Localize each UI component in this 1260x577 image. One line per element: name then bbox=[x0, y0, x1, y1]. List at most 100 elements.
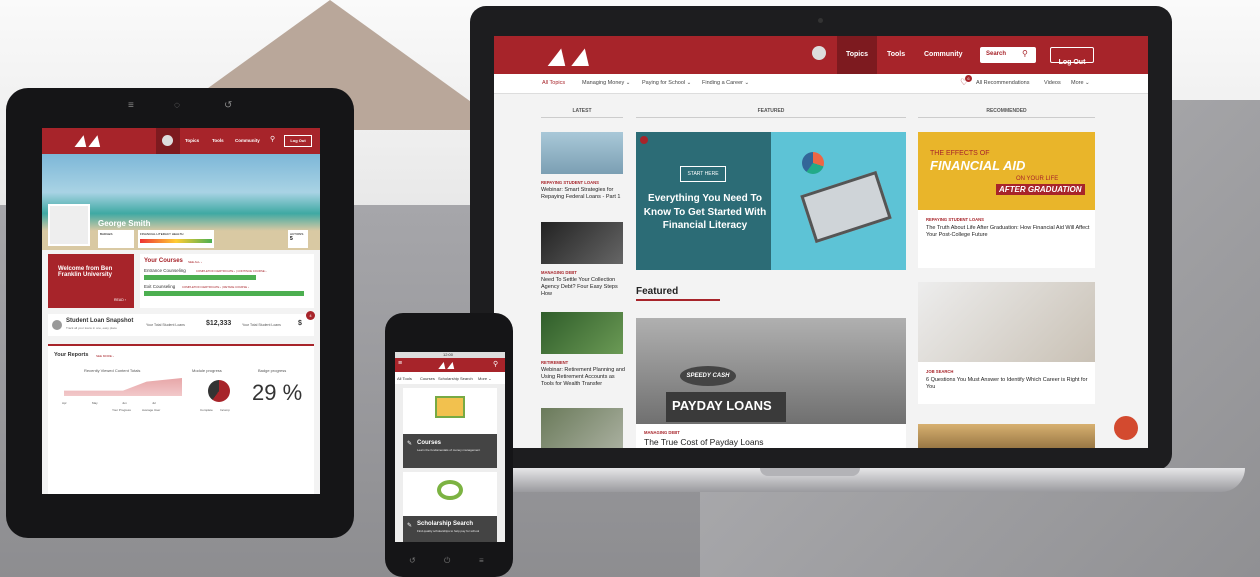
subnav-all-topics[interactable]: All Topics bbox=[542, 80, 565, 86]
subnav-more[interactable]: More ⌄ bbox=[1071, 80, 1090, 86]
course-exit-links[interactable]: COMPLETION CERTIFICATE › | RETAKE COURSE… bbox=[182, 285, 249, 289]
chat-icon[interactable] bbox=[1114, 416, 1138, 440]
rec-cat-2: JOB SEARCH bbox=[926, 369, 954, 374]
tablet-logo[interactable]: ▲▲ bbox=[69, 130, 102, 153]
phone-menu-icon[interactable]: ≡ bbox=[398, 360, 402, 367]
featured-heading: Featured bbox=[636, 286, 720, 301]
profile-name: George Smith bbox=[98, 219, 151, 228]
phone-nav-more[interactable]: More ⌄ bbox=[478, 376, 492, 381]
laptop-notch bbox=[760, 468, 860, 476]
courses-title: Your Courses bbox=[144, 258, 183, 264]
phone-nav-scholarship[interactable]: Scholarship Search bbox=[438, 376, 473, 381]
reports-see-more[interactable]: SEE MORE › bbox=[96, 354, 114, 358]
hero-card[interactable]: START HERE Everything You Need To Know T… bbox=[636, 132, 906, 270]
welcome-read-link[interactable]: READ › bbox=[114, 298, 126, 302]
fin-health-box[interactable]: FINANCIAL LITERACY HEALTH bbox=[138, 230, 214, 248]
month-2: May bbox=[92, 401, 98, 405]
avatar[interactable] bbox=[812, 46, 826, 60]
hero-title: Everything You Need To Know To Get Start… bbox=[643, 193, 767, 231]
laptop-screen: ▲▲ Topics Tools Community Search ⚲ Log O… bbox=[494, 36, 1148, 448]
course-entrance[interactable]: Entrance Counseling bbox=[144, 268, 186, 273]
tab-topics[interactable]: Topics bbox=[846, 51, 868, 58]
start-here-button[interactable]: START HERE bbox=[680, 166, 726, 182]
course-exit[interactable]: Exit Counseling bbox=[144, 284, 175, 289]
snapshot-label-2: Your Total Student Loans bbox=[242, 323, 281, 327]
rec-image-2[interactable] bbox=[918, 282, 1095, 362]
tablet-logout-button[interactable]: Log Out bbox=[284, 135, 312, 147]
badges-box[interactable]: BADGES bbox=[98, 230, 134, 248]
latest-title-3[interactable]: Webinar: Retirement Planning and Using R… bbox=[541, 367, 625, 388]
actions-box[interactable]: ACTIONS 5 bbox=[288, 230, 308, 248]
exit-progress bbox=[144, 291, 304, 296]
sign-payday-loans: PAYDAY LOANS bbox=[666, 392, 786, 422]
legend-average-user: Average User bbox=[142, 408, 161, 412]
phone-nav-all-tools[interactable]: All Tools bbox=[397, 376, 412, 381]
latest-thumb-1[interactable] bbox=[541, 132, 623, 174]
phone-logo[interactable]: ▲▲ bbox=[435, 358, 457, 372]
tablet-search-icon[interactable]: ⚲ bbox=[270, 135, 275, 143]
tablet-nav: ▲▲ Topics Tools Community ⚲ Log Out bbox=[42, 128, 320, 154]
rec-title-1: The Truth About Life After Graduation: H… bbox=[926, 225, 1090, 239]
laptop-illustration bbox=[800, 170, 892, 244]
course-entrance-links[interactable]: COMPLETION CERTIFICATE › | CONTINUE COUR… bbox=[196, 269, 266, 273]
tablet-tab-tools[interactable]: Tools bbox=[212, 138, 224, 143]
phone-card-courses[interactable]: ✎ Courses Learn the fundamentals of mone… bbox=[403, 388, 497, 468]
tablet-avatar[interactable] bbox=[162, 135, 173, 146]
module-progress-pie bbox=[208, 380, 230, 402]
tablet-tab-topics[interactable]: Topics bbox=[185, 138, 199, 143]
phone-nav-courses[interactable]: Courses bbox=[420, 376, 435, 381]
snapshot-value: $12,333 bbox=[206, 320, 232, 327]
subnav-managing-money[interactable]: Managing Money ⌄ bbox=[582, 80, 630, 86]
hero-heart-icon[interactable] bbox=[640, 136, 648, 144]
feature2-image[interactable]: SPEEDY CASH PAYDAY LOANS bbox=[636, 318, 906, 424]
courses-illustration bbox=[435, 396, 465, 418]
tablet-tab-community[interactable]: Community bbox=[235, 138, 260, 143]
phone-nav: ≡ ▲▲ ⚲ bbox=[395, 358, 505, 372]
tab-community[interactable]: Community bbox=[924, 51, 963, 58]
search-input[interactable]: Search ⚲ bbox=[980, 47, 1036, 63]
logout-label: Log Out bbox=[1058, 59, 1086, 66]
rec-image-3[interactable] bbox=[918, 424, 1095, 448]
menu-icon: ≡ bbox=[128, 100, 134, 111]
latest-thumb-2[interactable] bbox=[541, 222, 623, 264]
legend-your-progress: Your Progress bbox=[112, 408, 131, 412]
phone-back-icon: ↺ bbox=[409, 556, 416, 565]
subnav-paying-school[interactable]: Paying for School ⌄ bbox=[642, 80, 691, 86]
phone-menu-key-icon: ≡ bbox=[479, 556, 484, 565]
logout-button[interactable]: Log Out bbox=[1050, 47, 1094, 66]
courses-caption: ✎ Courses Learn the fundamentals of mone… bbox=[403, 434, 497, 468]
courses-see-all[interactable]: SEE ALL › bbox=[188, 260, 202, 264]
phone-home-icon: ⏻ bbox=[444, 556, 451, 565]
feature2-caption[interactable]: MANAGING DEBT The True Cost of Payday Lo… bbox=[636, 424, 906, 448]
phone-card-scholarship[interactable]: ✎ Scholarship Search Find quality schola… bbox=[403, 472, 497, 542]
month-1: Apr bbox=[62, 401, 67, 405]
snapshot-sub: Track all your loans in one, easy place bbox=[66, 326, 117, 330]
rec-img-text-1: THE EFFECTS OF bbox=[930, 150, 990, 157]
reports-card: Your Reports SEE MORE › Recently Viewed … bbox=[48, 344, 314, 494]
snapshot-title: Student Loan Snapshot bbox=[66, 318, 134, 324]
subnav-all-recommendations[interactable]: All Recommendations bbox=[976, 80, 1030, 86]
module-progress-title: Module progress bbox=[192, 368, 222, 373]
snapshot-card[interactable]: Student Loan Snapshot Track all your loa… bbox=[48, 311, 315, 336]
column-latest-heading: LATEST bbox=[541, 108, 623, 118]
phone-search-icon[interactable]: ⚲ bbox=[493, 360, 498, 368]
latest-thumb-4[interactable] bbox=[541, 408, 623, 448]
rec-card-1[interactable]: REPAYING STUDENT LOANS The Truth About L… bbox=[918, 210, 1095, 268]
brand-logo[interactable]: ▲▲ bbox=[539, 40, 596, 74]
latest-title-2[interactable]: Need To Settle Your Collection Agency De… bbox=[541, 277, 625, 298]
latest-title-1[interactable]: Webinar: Smart Strategies for Repaying F… bbox=[541, 187, 625, 201]
content-chart-title: Recently Viewed Content Totals bbox=[84, 368, 141, 373]
search-icon[interactable]: ⚲ bbox=[1022, 49, 1028, 58]
phone-screen: 12:00 ≡ ▲▲ ⚲ All Tools Courses Scholarsh… bbox=[395, 352, 505, 542]
rec-card-2[interactable]: JOB SEARCH 6 Questions You Must Answer t… bbox=[918, 362, 1095, 404]
subnav-videos[interactable]: Videos bbox=[1044, 80, 1061, 86]
subnav-finding-career[interactable]: Finding a Career ⌄ bbox=[702, 80, 749, 86]
rec-image-1[interactable]: THE EFFECTS OF FINANCIAL AID ON YOUR LIF… bbox=[918, 132, 1095, 210]
profile-photo bbox=[48, 204, 90, 246]
welcome-card[interactable]: Welcome from Ben Franklin University REA… bbox=[48, 254, 134, 308]
badge-progress-value: 29 % bbox=[252, 380, 303, 405]
sign-speedy-cash: SPEEDY CASH bbox=[680, 366, 736, 386]
phone-subnav: All Tools Courses Scholarship Search Mor… bbox=[395, 372, 505, 384]
tab-tools[interactable]: Tools bbox=[887, 51, 905, 58]
latest-thumb-3[interactable] bbox=[541, 312, 623, 354]
